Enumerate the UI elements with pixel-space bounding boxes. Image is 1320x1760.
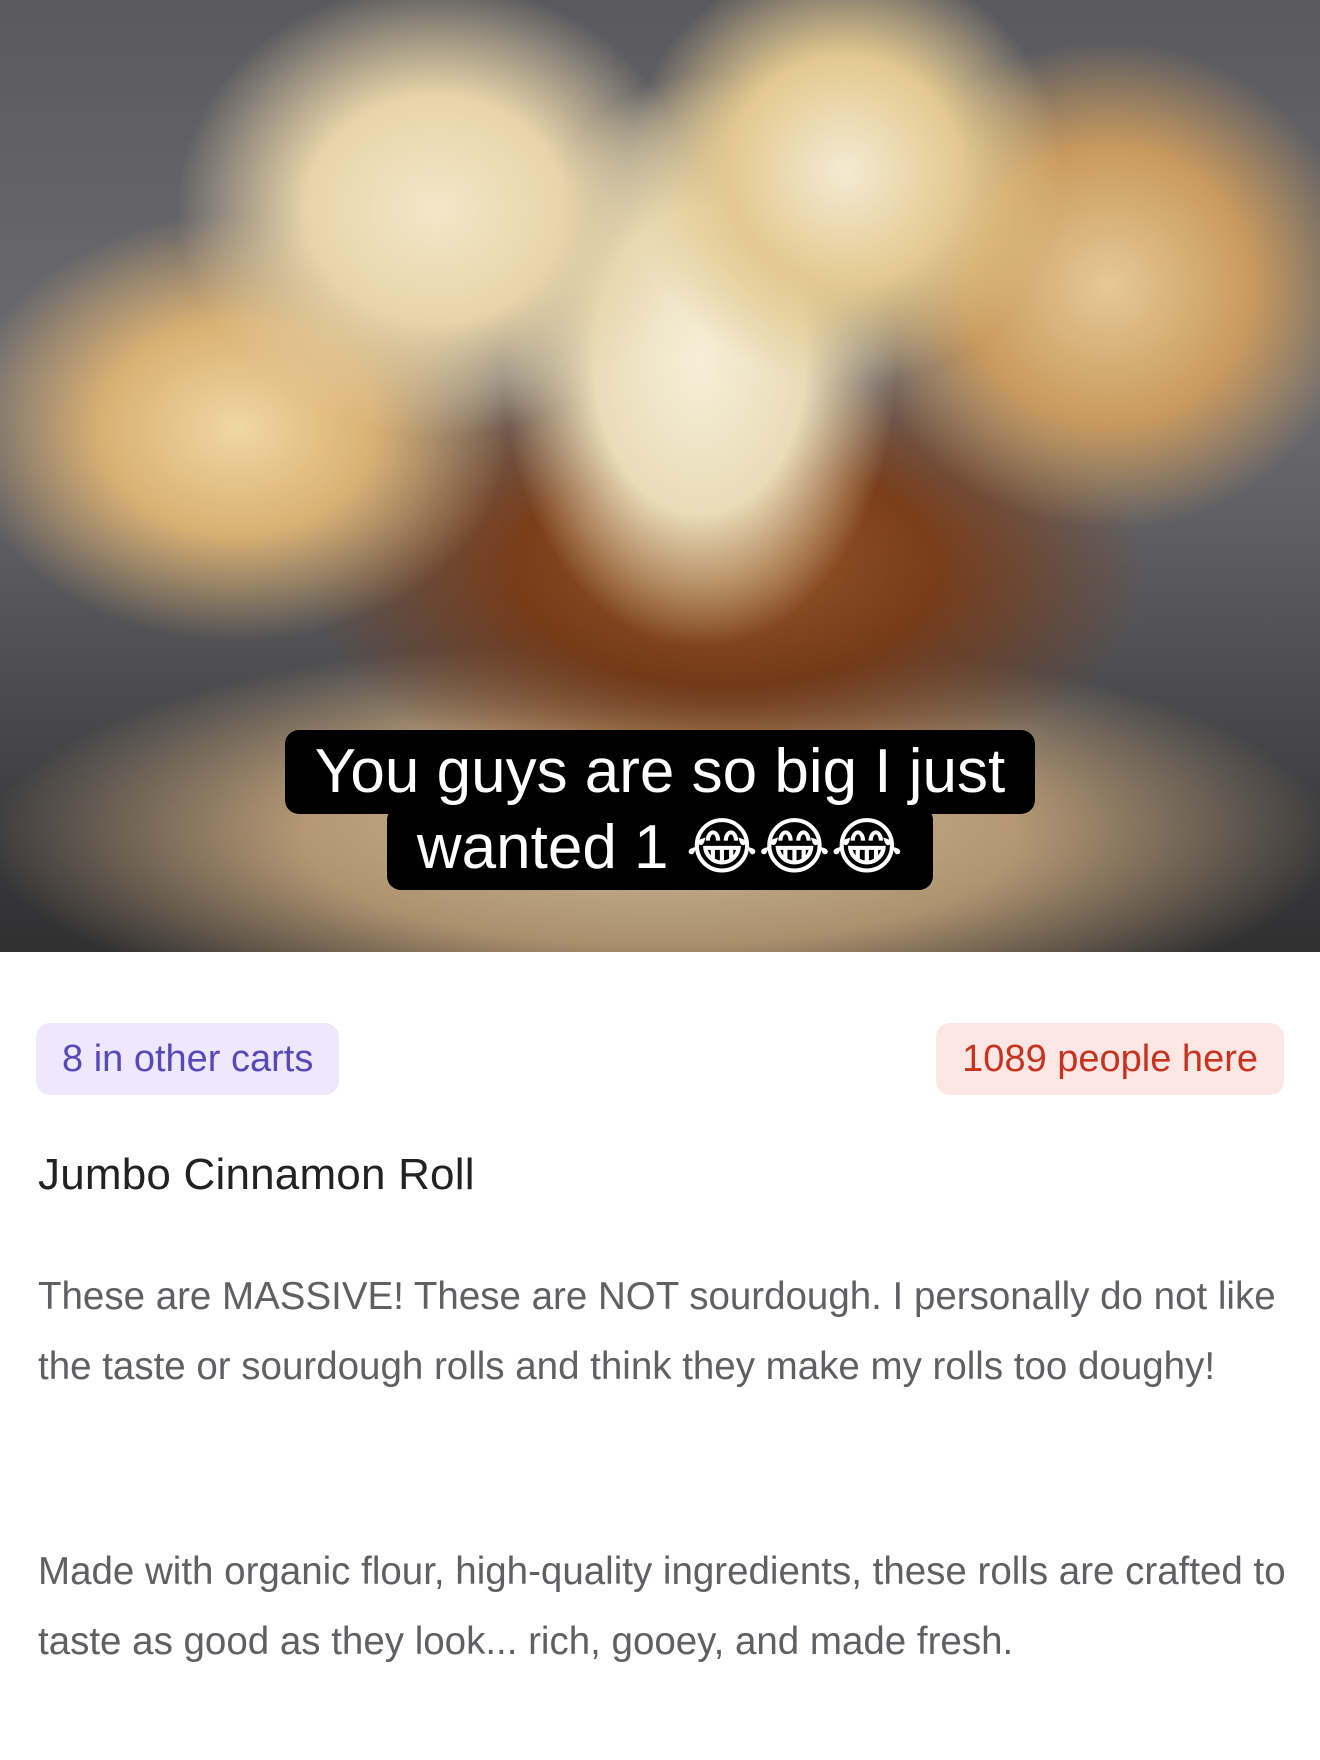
product-hero-image[interactable]: You guys are so big I just wanted 1 😂😂😂 [0, 0, 1320, 952]
caption-line-2: wanted 1 😂😂😂 [386, 806, 934, 890]
caption-line-1: You guys are so big I just [284, 730, 1036, 814]
product-description-paragraph-2: Made with organic flour, high-quality in… [38, 1550, 1286, 1663]
people-here-badge: 1089 people here [936, 1023, 1284, 1095]
video-caption: You guys are so big I just wanted 1 😂😂😂 [0, 730, 1320, 890]
product-title: Jumbo Cinnamon Roll [38, 1150, 475, 1199]
in-other-carts-badge: 8 in other carts [36, 1023, 340, 1095]
product-description-paragraph-1: These are MASSIVE! These are NOT sourdou… [38, 1275, 1276, 1388]
social-proof-badges: 8 in other carts 1089 people here [36, 1023, 1284, 1095]
